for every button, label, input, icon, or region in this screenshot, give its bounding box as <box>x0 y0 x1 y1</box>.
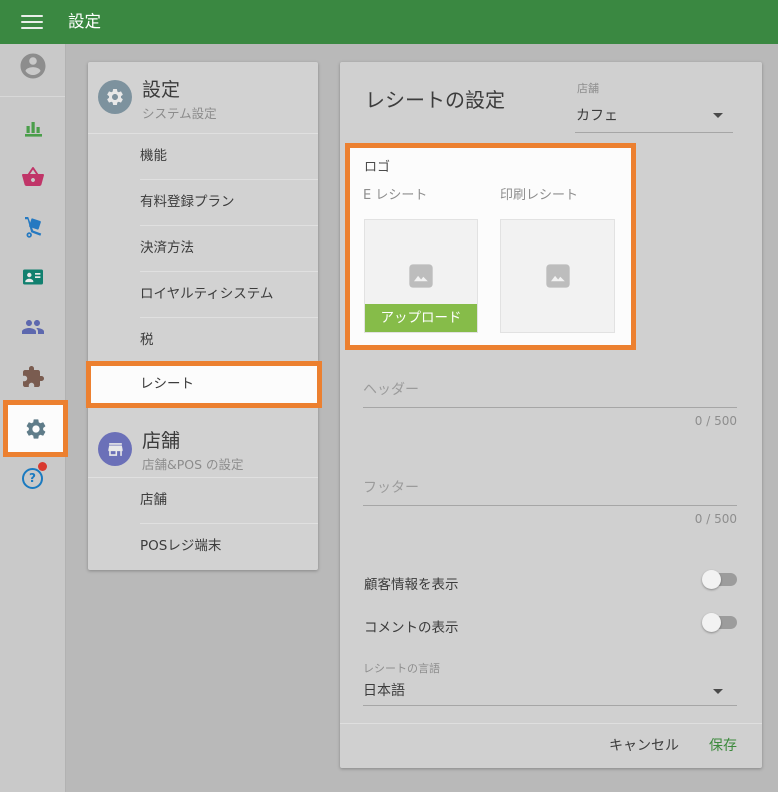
sidebar-item-settings[interactable] <box>24 417 48 441</box>
reports-icon <box>24 122 42 137</box>
menu-section-subtitle: システム設定 <box>142 106 217 121</box>
sidebar-item-inventory[interactable] <box>0 211 65 243</box>
customers-badge-icon <box>22 269 43 285</box>
menu-item-taxes[interactable]: 税 <box>88 317 318 363</box>
header-char-counter: 0 / 500 <box>694 414 737 428</box>
page-title: 設定 <box>68 12 101 31</box>
toggle-knob <box>702 613 721 632</box>
menu-icon-bar <box>21 21 43 23</box>
sidebar-item-items[interactable] <box>0 161 65 193</box>
sidebar-item-customers[interactable] <box>0 261 65 293</box>
panel-title: レシートの設定 <box>365 88 505 112</box>
menu-item-billing[interactable]: 有料登録プラン <box>88 179 318 225</box>
e-receipt-label: E レシート <box>363 188 428 203</box>
screen: 設定 ? 設定 システム設定 機能 有料登録プラン 決済方法 ロイヤルティシステ… <box>0 0 778 792</box>
chevron-down-icon <box>713 113 723 118</box>
upload-button[interactable]: アップロード <box>365 304 477 332</box>
menu-item-pos-devices[interactable]: POSレジ端末 <box>88 523 318 569</box>
account-icon <box>20 53 45 79</box>
menu-section-title: 店舗 <box>142 430 181 452</box>
logo-highlight-box: ロゴ E レシート 印刷レシート アップロード <box>345 143 636 350</box>
app-bar: 設定 <box>0 0 778 44</box>
comments-toggle-label: コメントの表示 <box>364 620 459 636</box>
store-select-label: 店舗 <box>577 82 599 95</box>
menu-item-receipt[interactable]: レシート <box>140 366 194 403</box>
notification-dot <box>38 462 47 471</box>
chevron-down-icon <box>713 689 723 694</box>
language-select-label: レシートの言語 <box>363 662 440 675</box>
e-receipt-logo-dropzone[interactable]: アップロード <box>364 219 478 333</box>
settings-gear-icon <box>26 418 45 439</box>
action-bar: キャンセル 保存 <box>609 735 737 755</box>
language-select-value: 日本語 <box>363 683 405 699</box>
language-select-underline <box>363 705 737 706</box>
image-placeholder-icon <box>545 264 570 288</box>
menu-icon-bar <box>21 27 43 29</box>
menu-icon[interactable] <box>21 15 43 29</box>
sidebar-item-reports[interactable] <box>0 111 65 143</box>
apps-puzzle-icon <box>22 366 44 387</box>
customer-info-toggle[interactable] <box>702 570 738 589</box>
header-field-label: ヘッダー <box>363 382 419 398</box>
store-select-underline <box>575 132 733 133</box>
sidebar-item-apps[interactable] <box>0 361 65 393</box>
menu-item-features[interactable]: 機能 <box>88 133 318 179</box>
footer-char-counter: 0 / 500 <box>694 512 737 526</box>
menu-icon-bar <box>21 15 43 17</box>
sidebar-item-account[interactable] <box>0 50 65 82</box>
store-select-value: カフェ <box>576 108 618 124</box>
comments-toggle[interactable] <box>702 613 738 632</box>
printed-receipt-label: 印刷レシート <box>500 188 579 203</box>
logo-label: ロゴ <box>364 160 391 175</box>
sidebar-divider <box>0 96 65 97</box>
settings-highlight-box <box>3 400 68 457</box>
employees-icon <box>21 320 44 334</box>
menu-item-stores[interactable]: 店舗 <box>88 477 318 523</box>
menu-item-loyalty[interactable]: ロイヤルティシステム <box>88 271 318 317</box>
settings-menu-panel: 設定 システム設定 機能 有料登録プラン 決済方法 ロイヤルティシステム 税 店… <box>88 62 318 570</box>
menu-section-subtitle: 店舗&POS の設定 <box>142 457 244 472</box>
actions-divider <box>340 723 762 724</box>
cancel-button[interactable]: キャンセル <box>609 735 679 755</box>
menu-section-header-stores: 店舗 店舗&POS の設定 <box>88 424 318 477</box>
save-button[interactable]: 保存 <box>709 735 737 755</box>
menu-section-title: 設定 <box>142 79 181 101</box>
gear-icon <box>98 80 132 114</box>
printed-receipt-logo-dropzone[interactable] <box>500 219 615 333</box>
menu-item-payment-types[interactable]: 決済方法 <box>88 225 318 271</box>
menu-section-header-settings: 設定 システム設定 <box>88 62 318 133</box>
receipt-highlight-box: レシート <box>86 361 322 408</box>
sidebar-item-help[interactable]: ? <box>0 462 65 494</box>
header-field-underline <box>363 407 737 408</box>
customer-info-toggle-label: 顧客情報を表示 <box>364 577 459 593</box>
footer-field-label: フッター <box>363 480 419 496</box>
store-icon <box>98 432 132 466</box>
sidebar-item-employees[interactable] <box>0 311 65 343</box>
inventory-trolley-icon <box>24 217 41 238</box>
footer-field-underline <box>363 505 737 506</box>
toggle-knob <box>702 570 721 589</box>
items-basket-icon <box>21 167 44 186</box>
image-placeholder-icon <box>409 264 433 288</box>
